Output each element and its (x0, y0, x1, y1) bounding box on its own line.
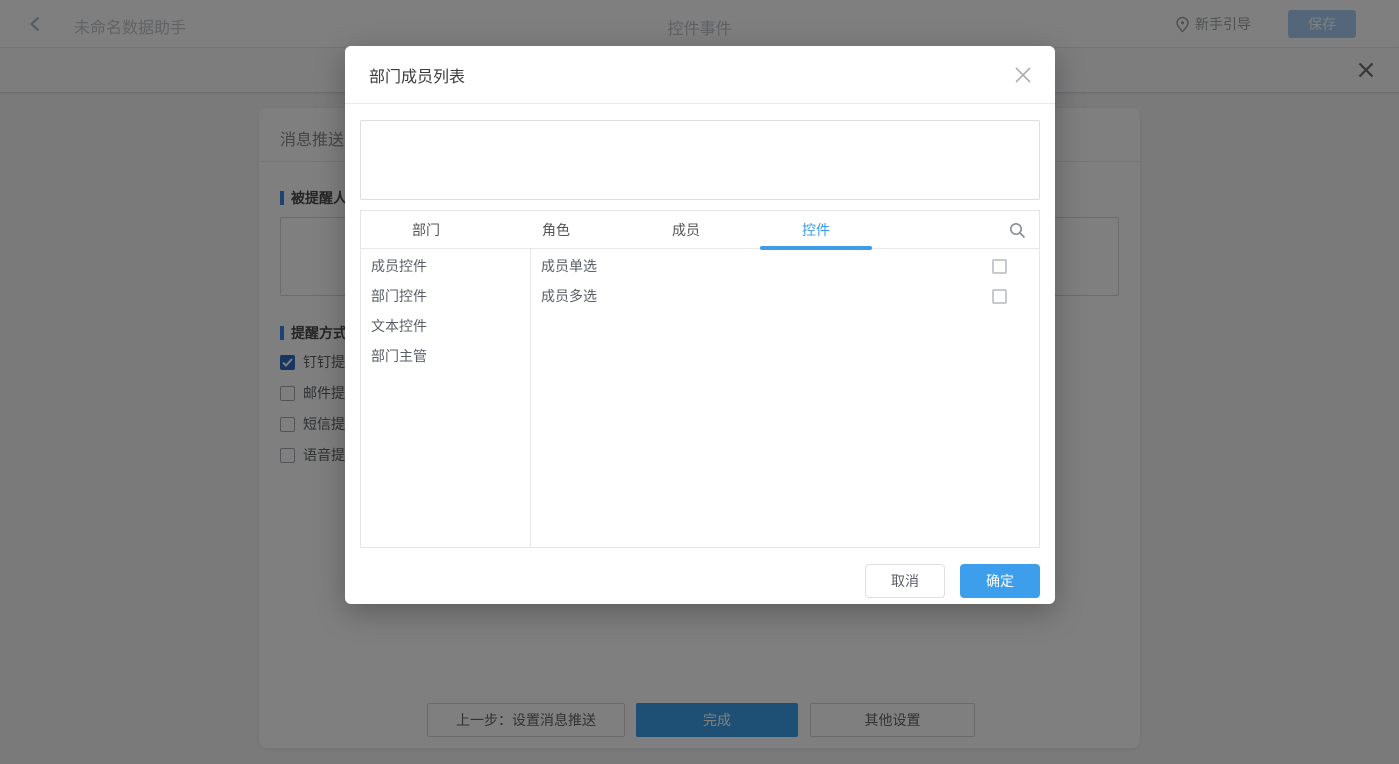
control-option-list: 成员单选 成员多选 (531, 249, 1039, 548)
list-item-text-control[interactable]: 文本控件 (361, 311, 530, 341)
list-item-department-control[interactable]: 部门控件 (361, 281, 530, 311)
tab-department[interactable]: 部门 (361, 211, 491, 248)
control-category-list: 成员控件 部门控件 文本控件 部门主管 (361, 249, 531, 548)
checkbox-unchecked-icon[interactable] (992, 259, 1007, 274)
tab-label: 成员 (672, 222, 700, 238)
tab-label: 控件 (802, 222, 830, 238)
picker-body: 成员控件 部门控件 文本控件 部门主管 成员单选 成员多选 (361, 249, 1039, 548)
app-window: 未命名数据助手 控件事件 新手引导 保存 消息推送 被提醒人 (0, 0, 1399, 764)
tab-control[interactable]: 控件 (751, 211, 881, 248)
department-member-modal: 部门成员列表 部门 角色 成员 控件 (345, 46, 1055, 604)
option-label: 成员多选 (541, 286, 597, 306)
list-item-department-head[interactable]: 部门主管 (361, 341, 530, 371)
confirm-button[interactable]: 确定 (960, 564, 1040, 598)
tab-role[interactable]: 角色 (491, 211, 621, 248)
modal-footer: 取消 确定 (865, 564, 1040, 598)
list-item-member-multi[interactable]: 成员多选 (531, 281, 1039, 311)
picker-tabs: 部门 角色 成员 控件 (361, 211, 1039, 249)
active-tab-underline (760, 246, 872, 250)
cancel-button[interactable]: 取消 (865, 564, 945, 598)
modal-close-button[interactable] (1013, 65, 1033, 85)
tab-label: 部门 (412, 222, 440, 238)
tab-member[interactable]: 成员 (621, 211, 751, 248)
search-button[interactable] (1009, 222, 1026, 239)
list-item-member-single[interactable]: 成员单选 (531, 251, 1039, 281)
list-item-member-control[interactable]: 成员控件 (361, 251, 530, 281)
modal-title: 部门成员列表 (369, 63, 465, 87)
tab-label: 角色 (542, 222, 570, 238)
member-picker-panel: 部门 角色 成员 控件 (360, 210, 1040, 548)
modal-header: 部门成员列表 (345, 46, 1055, 104)
selected-items-box[interactable] (360, 120, 1040, 200)
search-icon (1009, 222, 1026, 239)
option-label: 成员单选 (541, 256, 597, 276)
close-icon (1013, 65, 1033, 85)
checkbox-unchecked-icon[interactable] (992, 289, 1007, 304)
